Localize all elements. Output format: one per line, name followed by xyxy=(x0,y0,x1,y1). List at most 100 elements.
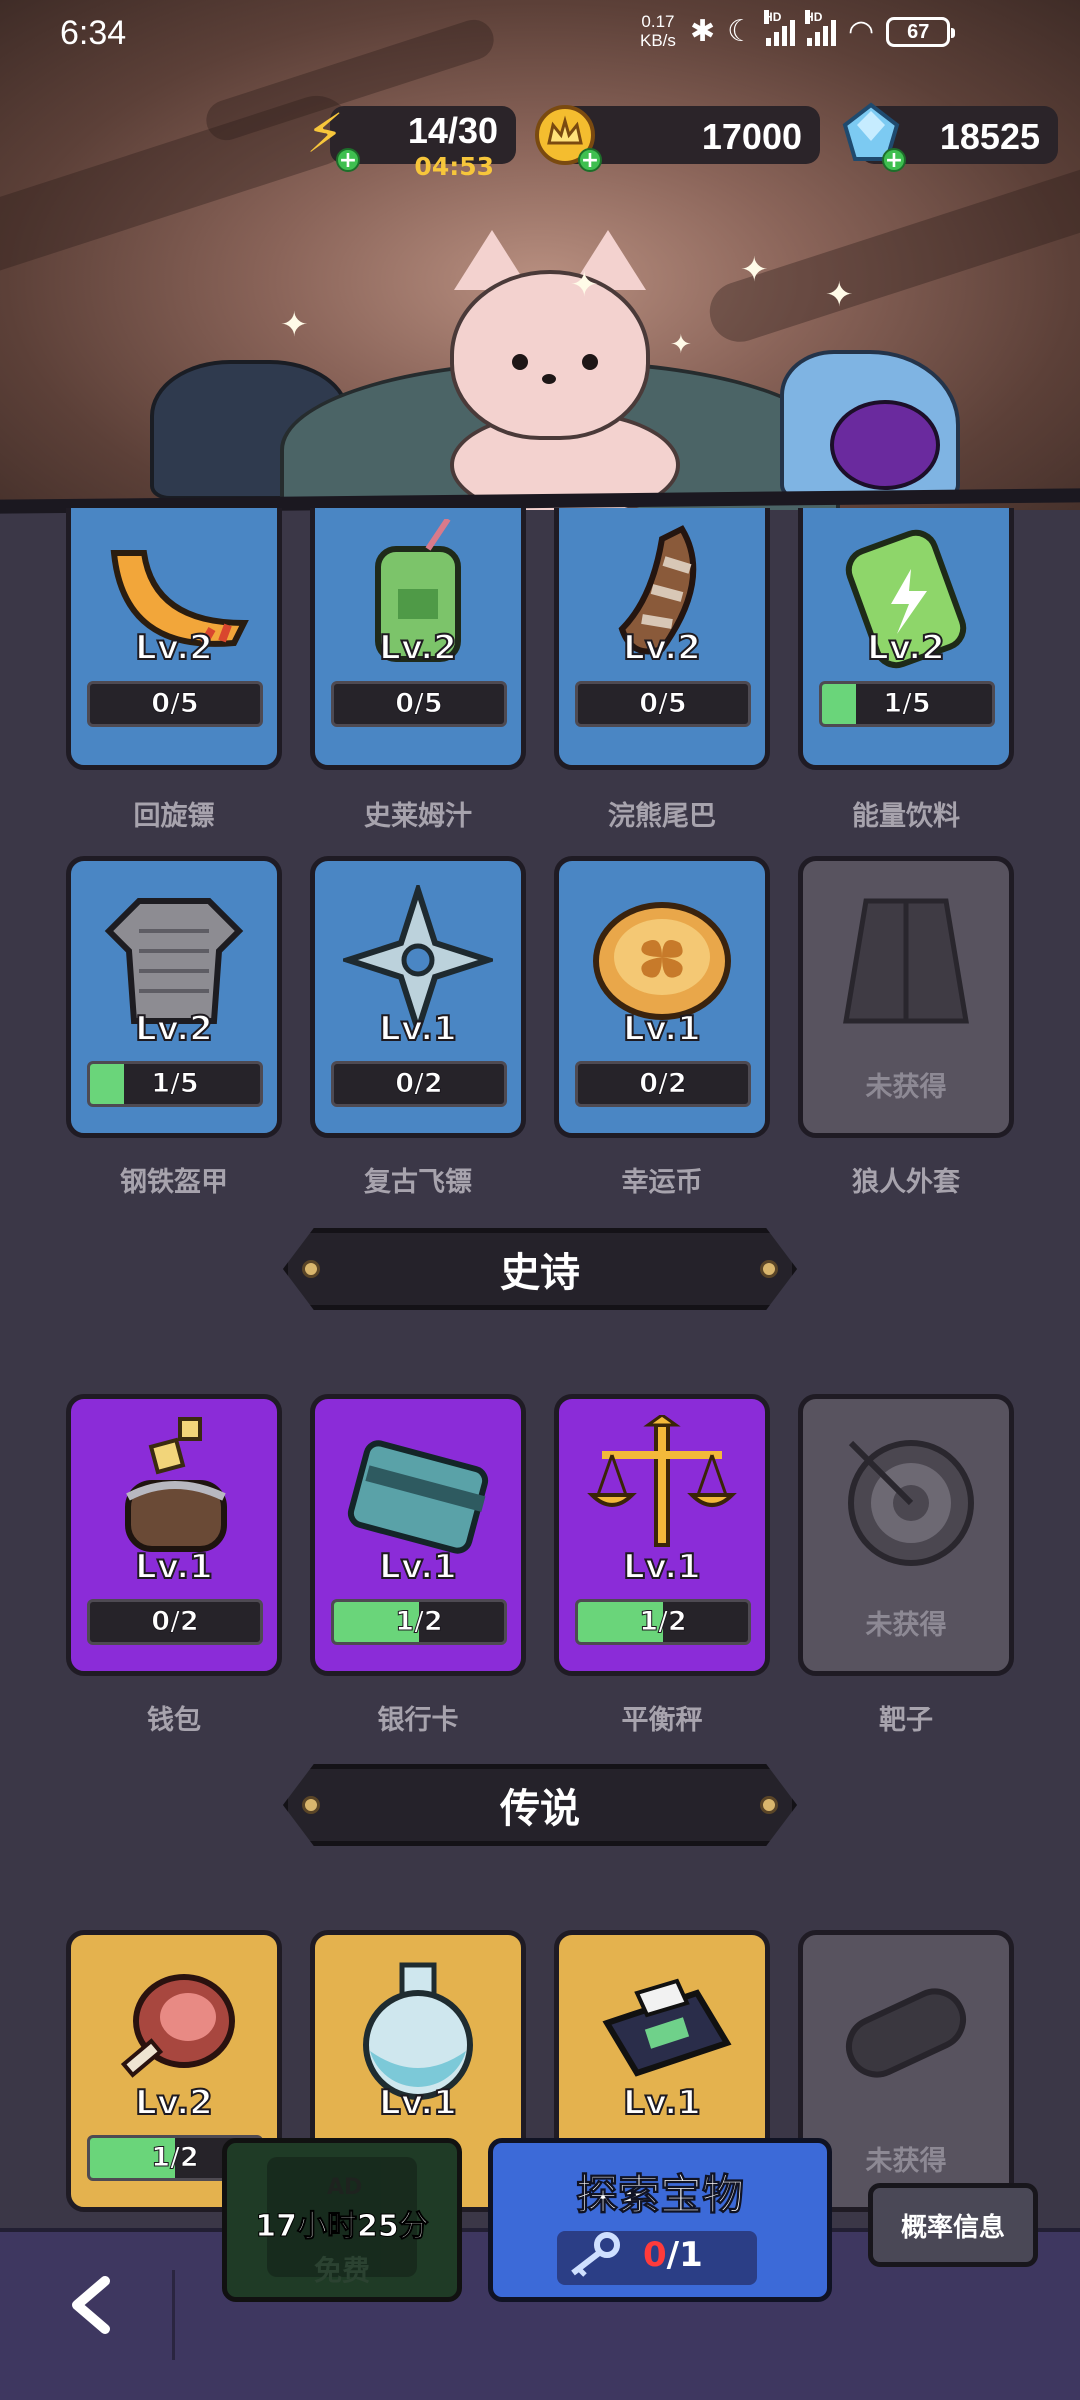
item-level: Lv.1 xyxy=(622,2082,702,2124)
item-progress: 1/5 xyxy=(883,688,931,720)
cat-eye xyxy=(512,354,528,370)
item-progress-bar: 1/2 xyxy=(575,1599,751,1645)
item-card-bank-card[interactable]: Lv.1 1/2 xyxy=(310,1394,526,1676)
item-progress: 0/5 xyxy=(151,688,199,720)
free-label: 免费 xyxy=(313,2254,370,2287)
key-count-total: /1 xyxy=(666,2235,703,2275)
energy-value: 14/30 xyxy=(407,110,498,151)
item-card-wallet[interactable]: Lv.1 0/2 xyxy=(66,1394,282,1676)
signal-icon: HD xyxy=(805,9,837,46)
item-level: Lv.1 xyxy=(378,2082,458,2124)
sparkle-icon: ✦ xyxy=(670,330,692,360)
gold-value: 17000 xyxy=(701,116,802,157)
item-card-slime-juice[interactable]: Lv.2 0/5 xyxy=(310,508,526,770)
item-progress: 0/5 xyxy=(395,688,443,720)
status-icons: ✱ ☾ HD HD ◠ 67 xyxy=(690,9,956,49)
item-card-boomerang[interactable]: Lv.2 0/5 xyxy=(66,508,282,770)
hero-banner: ✦ ✦ ✦ ✦ ✦ 6:34 0.17 KB/s ✱ ☾ HD HD ◠ 67 … xyxy=(0,0,1080,510)
cat-eye xyxy=(582,354,598,370)
item-progress-bar: 0/5 xyxy=(331,681,507,727)
item-card-raccoon-tail[interactable]: Lv.2 0/5 xyxy=(554,508,770,770)
signal-icon: HD xyxy=(764,9,796,46)
key-count: 0/1 xyxy=(643,2235,703,2275)
moon-icon: ☾ xyxy=(727,15,755,48)
item-name: 幸运币 xyxy=(621,1167,703,1198)
item-progress: 1/2 xyxy=(639,1606,687,1638)
item-name: 银行卡 xyxy=(377,1705,459,1736)
probability-info-button[interactable]: 概率信息 xyxy=(868,2183,1038,2267)
item-progress: 0/2 xyxy=(151,1606,199,1638)
item-card-energy-drink[interactable]: Lv.2 1/5 xyxy=(798,508,1014,770)
item-card-target[interactable]: 未获得 xyxy=(798,1394,1014,1676)
status-time: 6:34 xyxy=(60,14,127,52)
item-level: Lv.2 xyxy=(134,627,214,669)
item-name: 靶子 xyxy=(879,1705,933,1736)
chevron-left-icon xyxy=(72,2276,110,2334)
ad-label: AD xyxy=(327,2175,363,2200)
network-speed-unit: KB/s xyxy=(640,31,676,50)
key-count-current: 0 xyxy=(643,2235,667,2275)
bluetooth-icon: ✱ xyxy=(690,15,716,48)
ad-cooldown-timer: 17小时25分 xyxy=(255,2209,430,2245)
item-progress: 0/2 xyxy=(639,1068,687,1100)
add-gold-button[interactable]: + xyxy=(578,148,602,172)
item-progress: 0/5 xyxy=(639,688,687,720)
item-progress: 1/5 xyxy=(151,1068,199,1100)
item-name: 回旋镖 xyxy=(133,801,215,832)
item-name: 平衡秤 xyxy=(621,1705,703,1736)
item-card-balance-scale[interactable]: Lv.1 1/2 xyxy=(554,1394,770,1676)
gem-value: 18525 xyxy=(939,116,1040,157)
item-level: Lv.2 xyxy=(134,1008,214,1050)
watch-ad-button[interactable]: AD 免费 17小时25分 xyxy=(222,2138,462,2302)
sparkle-icon: ✦ xyxy=(740,250,769,290)
item-card-werewolf-coat[interactable]: 未获得 xyxy=(798,856,1014,1138)
item-card-steel-armor[interactable]: Lv.2 1/5 xyxy=(66,856,282,1138)
explore-treasure-button[interactable]: 探索宝物 0/1 xyxy=(488,2138,832,2302)
item-level: Lv.1 xyxy=(622,1008,702,1050)
section-title-legendary: 传说 xyxy=(500,1786,580,1832)
battery-icon: 67 xyxy=(886,16,956,47)
purple-bomb-icon xyxy=(830,400,940,490)
item-progress-bar: 0/5 xyxy=(575,681,751,727)
sparkle-icon: ✦ xyxy=(825,275,854,315)
not-obtained-label: 未获得 xyxy=(865,2146,947,2177)
item-card-lucky-coin[interactable]: Lv.1 0/2 xyxy=(554,856,770,1138)
item-level: Lv.1 xyxy=(134,1546,214,1588)
network-speed: 0.17 KB/s xyxy=(640,12,676,50)
item-level: Lv.1 xyxy=(622,1546,702,1588)
key-icon xyxy=(567,2231,621,2287)
add-gem-button[interactable]: + xyxy=(882,148,906,172)
item-name: 史莱姆汁 xyxy=(364,801,472,832)
back-button[interactable] xyxy=(40,2255,140,2355)
network-speed-value: 0.17 xyxy=(641,12,675,31)
item-name: 钱包 xyxy=(147,1705,201,1736)
item-level: Lv.1 xyxy=(378,1546,458,1588)
explore-button-label: 探索宝物 xyxy=(575,2170,744,2220)
item-progress-bar: 1/5 xyxy=(87,1061,263,1107)
item-progress-bar: 1/2 xyxy=(331,1599,507,1645)
not-obtained-label: 未获得 xyxy=(865,1610,947,1641)
item-name: 能量饮料 xyxy=(852,801,960,832)
item-progress-bar: 1/5 xyxy=(819,681,995,727)
item-progress-bar: 0/2 xyxy=(331,1061,507,1107)
item-name: 钢铁盔甲 xyxy=(120,1167,228,1198)
item-progress-bar: 0/2 xyxy=(575,1061,751,1107)
treasure-collection: Lv.2 0/5 Lv.2 0/5 Lv.2 0/5 Lv.2 1/5 回旋镖 … xyxy=(0,508,1080,2228)
item-card-shuriken[interactable]: Lv.1 0/2 xyxy=(310,856,526,1138)
energy-timer: 04:53 xyxy=(414,152,494,181)
item-progress-bar: 0/2 xyxy=(87,1599,263,1645)
not-obtained-label: 未获得 xyxy=(865,1072,947,1103)
item-level: Lv.2 xyxy=(866,627,946,669)
item-name: 复古飞镖 xyxy=(364,1167,472,1198)
status-bar: 6:34 0.17 KB/s ✱ ☾ HD HD ◠ 67 xyxy=(0,0,1080,68)
item-name: 浣熊尾巴 xyxy=(608,801,716,832)
wifi-icon: ◠ xyxy=(848,15,875,48)
item-progress: 0/2 xyxy=(395,1068,443,1100)
item-progress: 1/2 xyxy=(395,1606,443,1638)
item-name: 狼人外套 xyxy=(852,1167,960,1198)
add-energy-button[interactable]: + xyxy=(336,148,360,172)
sparkle-icon: ✦ xyxy=(280,305,309,345)
sparkle-icon: ✦ xyxy=(570,265,599,305)
item-level: Lv.2 xyxy=(378,627,458,669)
section-title-epic: 史诗 xyxy=(500,1250,580,1296)
